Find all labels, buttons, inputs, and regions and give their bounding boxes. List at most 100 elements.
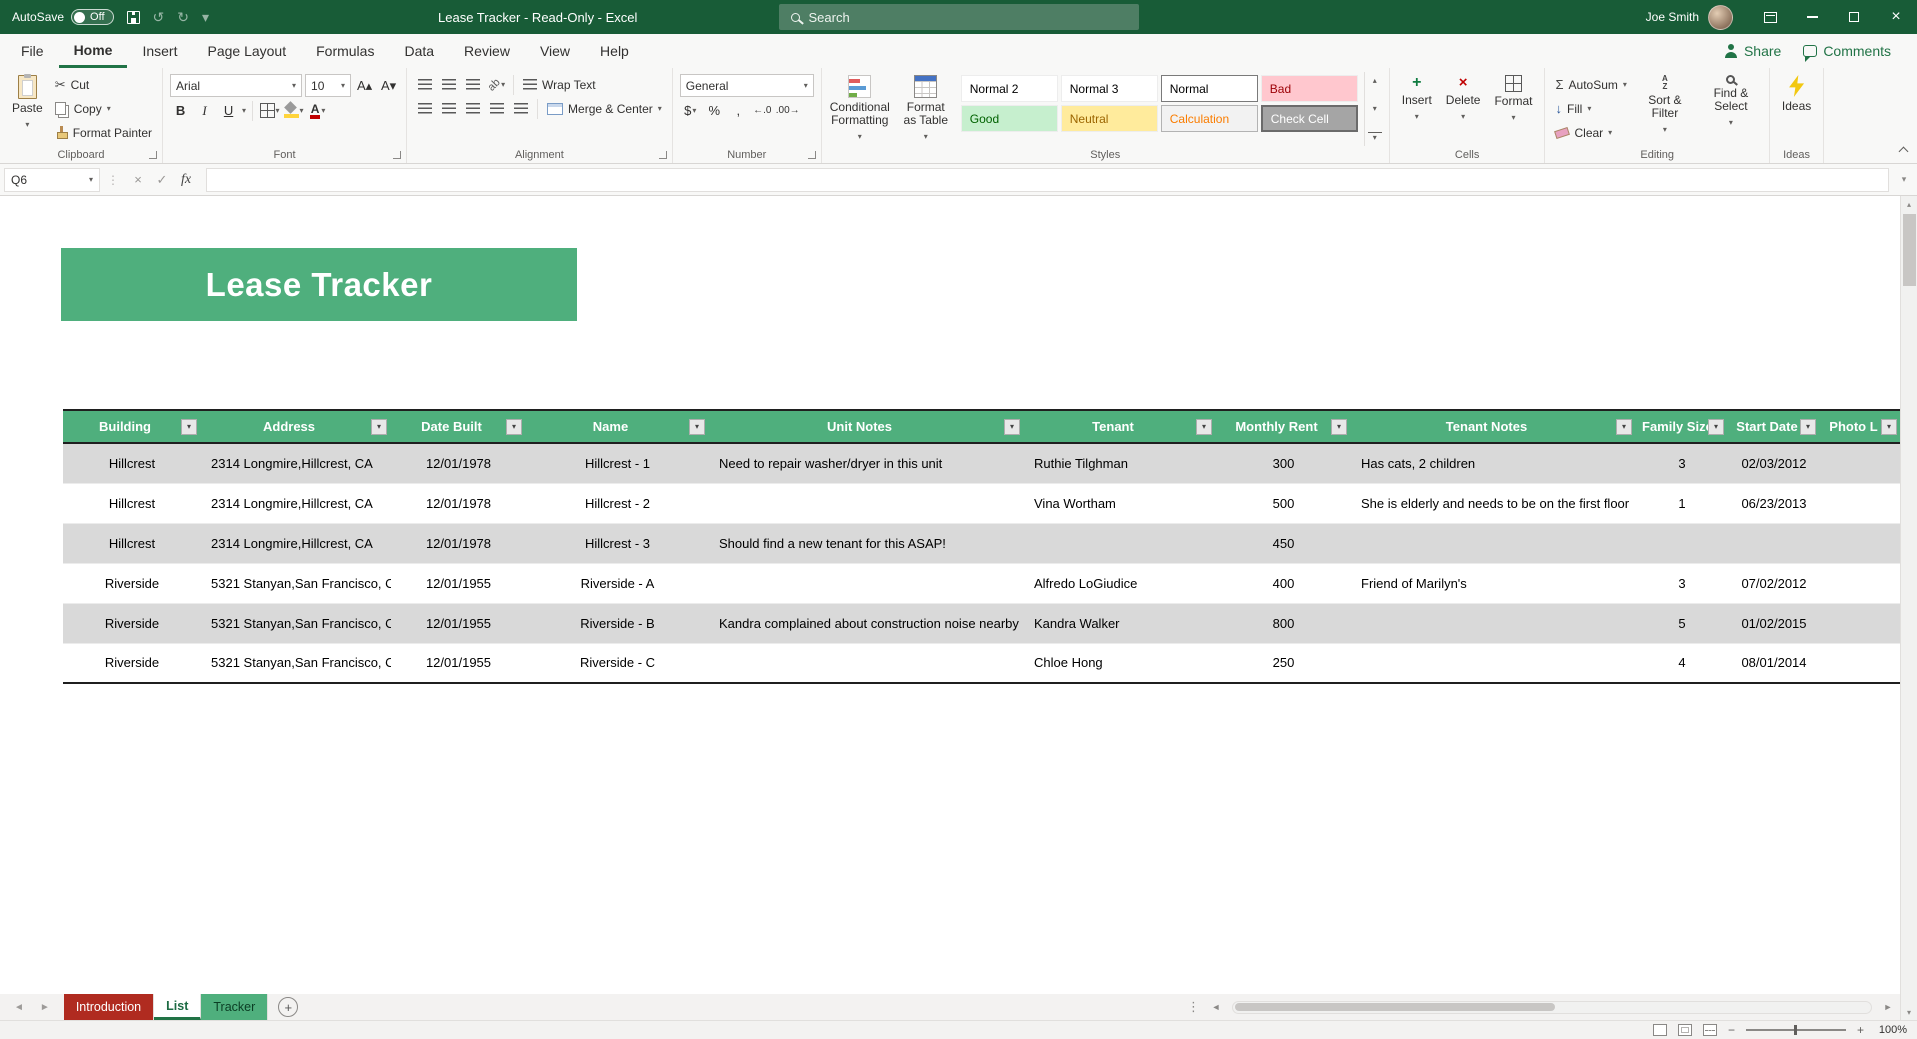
ribbon-tab-insert[interactable]: Insert (127, 34, 192, 68)
scroll-down-button[interactable]: ▾ (1901, 1004, 1917, 1020)
cell[interactable] (1351, 523, 1636, 564)
paste-button[interactable]: Paste ▾ (7, 72, 48, 143)
filter-button[interactable]: ▾ (1196, 418, 1212, 435)
sheet-tab-introduction[interactable]: Introduction (63, 994, 155, 1020)
cell[interactable] (1728, 523, 1820, 564)
increase-indent-button[interactable] (510, 98, 531, 119)
conditional-formatting-button[interactable]: Conditional Formatting ▾ (829, 72, 891, 146)
dialog-launcher-icon[interactable] (149, 151, 158, 159)
cell[interactable]: 2314 Longmire,Hillcrest, CA (201, 523, 391, 564)
sheet-tab-list[interactable]: List (154, 994, 202, 1020)
cell[interactable]: Riverside - B (526, 603, 709, 644)
drag-handle-icon[interactable]: ⋮ (107, 173, 119, 187)
cell[interactable]: 5321 Stanyan,San Francisco, C (201, 563, 391, 604)
cell[interactable] (1820, 443, 1900, 484)
cell[interactable]: 400 (1216, 563, 1351, 604)
ribbon-tab-view[interactable]: View (525, 34, 585, 68)
autosave-pill[interactable]: Off (71, 9, 114, 25)
cell[interactable]: 08/01/2014 (1728, 643, 1820, 684)
cell[interactable]: Riverside (63, 643, 201, 684)
cell[interactable]: 4 (1636, 643, 1728, 684)
find-select-button[interactable]: Find & Select ▾ (1700, 72, 1762, 143)
dialog-launcher-icon[interactable] (807, 151, 816, 159)
increase-decimal-button[interactable]: ←.0 (752, 100, 773, 121)
cell[interactable] (1820, 563, 1900, 604)
dialog-launcher-icon[interactable] (393, 151, 402, 159)
scroll-right-button[interactable]: ► (1880, 1002, 1896, 1012)
wrap-text-button[interactable]: Wrap Text (520, 74, 599, 95)
page-layout-view-button[interactable] (1677, 1024, 1692, 1036)
cut-button[interactable]: ✂ Cut (52, 74, 155, 95)
cell[interactable]: Hillcrest - 3 (526, 523, 709, 564)
cell[interactable] (1820, 603, 1900, 644)
filter-button[interactable]: ▾ (1800, 418, 1816, 435)
align-center-button[interactable] (438, 98, 459, 119)
filter-button[interactable]: ▾ (371, 418, 387, 435)
cell[interactable] (1024, 523, 1216, 564)
cell[interactable]: Riverside - A (526, 563, 709, 604)
top-align-button[interactable] (414, 74, 435, 95)
cell[interactable] (1820, 643, 1900, 684)
cell[interactable] (1820, 483, 1900, 524)
middle-align-button[interactable] (438, 74, 459, 95)
format-cells-button[interactable]: Format ▾ (1489, 72, 1537, 127)
cell[interactable]: 450 (1216, 523, 1351, 564)
filter-button[interactable]: ▾ (506, 418, 522, 435)
new-sheet-button[interactable]: + (278, 997, 299, 1017)
autosum-button[interactable]: Σ AutoSum ▾ (1552, 74, 1629, 95)
cell[interactable]: 12/01/1978 (391, 483, 526, 524)
number-format-select[interactable]: General ▾ (679, 74, 814, 97)
decrease-decimal-button[interactable]: .00→ (776, 100, 800, 121)
zoom-out-button[interactable]: − (1728, 1023, 1735, 1037)
cell[interactable]: Riverside - C (526, 643, 709, 684)
cell[interactable]: 12/01/1978 (391, 443, 526, 484)
cell[interactable]: Hillcrest (63, 523, 201, 564)
cell[interactable]: 3 (1636, 443, 1728, 484)
orientation-button[interactable]: ab ▾ (485, 74, 507, 95)
cell[interactable]: 2314 Longmire,Hillcrest, CA (201, 483, 391, 524)
cell[interactable] (1351, 603, 1636, 644)
ribbon-tab-help[interactable]: Help (585, 34, 644, 68)
merge-center-button[interactable]: Merge & Center ▾ (544, 98, 665, 119)
comma-style-button[interactable]: , (728, 100, 749, 121)
horizontal-scrollbar-thumb[interactable] (1235, 1003, 1555, 1011)
cell[interactable]: 5321 Stanyan,San Francisco, C (201, 643, 391, 684)
tab-splitter-handle[interactable]: ⋮ (1187, 999, 1200, 1015)
cell[interactable]: She is elderly and needs to be on the fi… (1351, 483, 1636, 524)
cell[interactable] (709, 483, 1024, 524)
percent-style-button[interactable]: % (704, 100, 725, 121)
scroll-left-button[interactable]: ◄ (1208, 1002, 1224, 1012)
cell[interactable]: Need to repair washer/dryer in this unit (709, 443, 1024, 484)
comments-button[interactable]: Comments (1803, 43, 1891, 62)
accounting-format-button[interactable]: $ ▾ (680, 100, 701, 121)
cancel-button[interactable]: × (126, 172, 150, 187)
cell[interactable]: 250 (1216, 643, 1351, 684)
ribbon-tab-review[interactable]: Review (449, 34, 525, 68)
filter-button[interactable]: ▾ (689, 418, 705, 435)
normal-view-button[interactable] (1652, 1024, 1667, 1036)
cell[interactable] (1636, 523, 1728, 564)
cell[interactable]: Hillcrest - 2 (526, 483, 709, 524)
cell[interactable]: 1 (1636, 483, 1728, 524)
cell[interactable]: Hillcrest (63, 443, 201, 484)
cell[interactable]: Riverside (63, 563, 201, 604)
page-break-view-button[interactable] (1702, 1024, 1717, 1036)
cell[interactable]: 02/03/2012 (1728, 443, 1820, 484)
borders-button[interactable]: ▾ (259, 100, 280, 121)
filter-button[interactable]: ▾ (1331, 418, 1347, 435)
scroll-up-button[interactable]: ▴ (1901, 196, 1917, 212)
bottom-align-button[interactable] (462, 74, 483, 95)
ribbon-display-options-button[interactable] (1749, 0, 1791, 34)
cell[interactable]: 06/23/2013 (1728, 483, 1820, 524)
align-left-button[interactable] (414, 98, 435, 119)
cell[interactable] (709, 563, 1024, 604)
user-name[interactable]: Joe Smith (1646, 10, 1699, 24)
zoom-slider-thumb[interactable] (1793, 1025, 1797, 1035)
gallery-up-button[interactable]: ▴ (1368, 76, 1382, 85)
save-icon[interactable] (126, 10, 140, 24)
cell[interactable]: 2314 Longmire,Hillcrest, CA (201, 443, 391, 484)
italic-button[interactable]: I (194, 100, 215, 121)
cell[interactable]: 12/01/1978 (391, 523, 526, 564)
autosave-toggle[interactable]: AutoSave Off (12, 9, 114, 25)
cell[interactable]: 800 (1216, 603, 1351, 644)
